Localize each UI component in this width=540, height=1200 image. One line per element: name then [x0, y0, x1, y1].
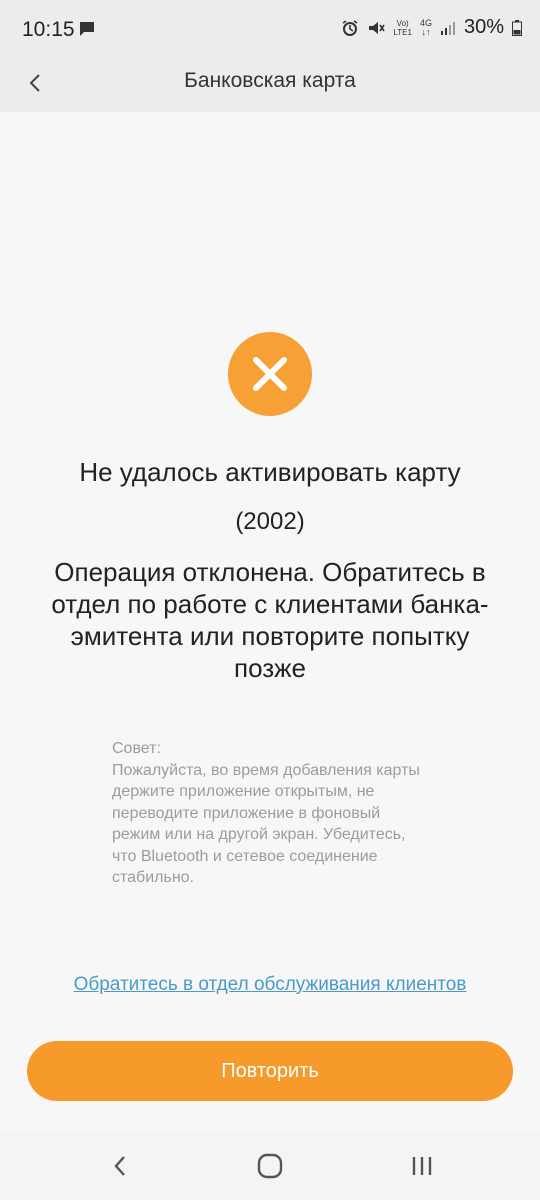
- tip-block: Совет: Пожалуйста, во время добавления к…: [112, 738, 432, 889]
- app-header: Банковская карта: [0, 60, 540, 112]
- status-bar: 10:15 Vo) LTE1 4G ↓↑ 30%: [0, 0, 540, 60]
- nav-back-button[interactable]: [102, 1148, 138, 1184]
- signal-icon: [440, 21, 455, 35]
- customer-support-link[interactable]: Обратитесь в отдел обслуживания клиентов: [0, 974, 540, 996]
- recent-apps-icon: [412, 1157, 432, 1175]
- message-notification-icon: [80, 22, 94, 36]
- battery-percent: 30%: [463, 16, 504, 38]
- data-arrows-icon: ↓↑: [421, 26, 431, 37]
- mute-icon: [369, 21, 386, 34]
- main-content: Не удалось активировать карту (2002) Опе…: [0, 112, 540, 1132]
- error-code: (2002): [235, 508, 305, 535]
- status-time: 10:15: [22, 18, 75, 41]
- lte-label: LTE1: [393, 27, 412, 37]
- home-icon: [257, 1153, 283, 1179]
- chevron-left-icon: [114, 1156, 125, 1176]
- nav-recents-button[interactable]: [404, 1148, 440, 1184]
- tip-text: Пожалуйста, во время добавления карты де…: [112, 761, 420, 887]
- retry-button[interactable]: Повторить: [27, 1041, 513, 1101]
- error-status-circle: [228, 332, 312, 416]
- page-title: Банковская карта: [184, 69, 356, 92]
- nav-home-button[interactable]: [252, 1148, 288, 1184]
- error-title: Не удалось активировать карту: [79, 457, 461, 487]
- error-message: Операция отклонена. Обратитесь в отдел п…: [51, 557, 489, 683]
- system-navigation-bar: [0, 1132, 540, 1200]
- tip-title: Совет:: [112, 740, 161, 757]
- battery-icon: [512, 19, 522, 36]
- volte-label: Vo): [396, 18, 409, 28]
- close-icon: [253, 357, 287, 391]
- network-type-indicator: 4G ↓↑: [420, 18, 432, 37]
- alarm-icon: [342, 19, 358, 36]
- status-icons: Vo) LTE1 4G ↓↑ 30%: [341, 16, 522, 39]
- volte-indicator: Vo) LTE1: [393, 19, 412, 37]
